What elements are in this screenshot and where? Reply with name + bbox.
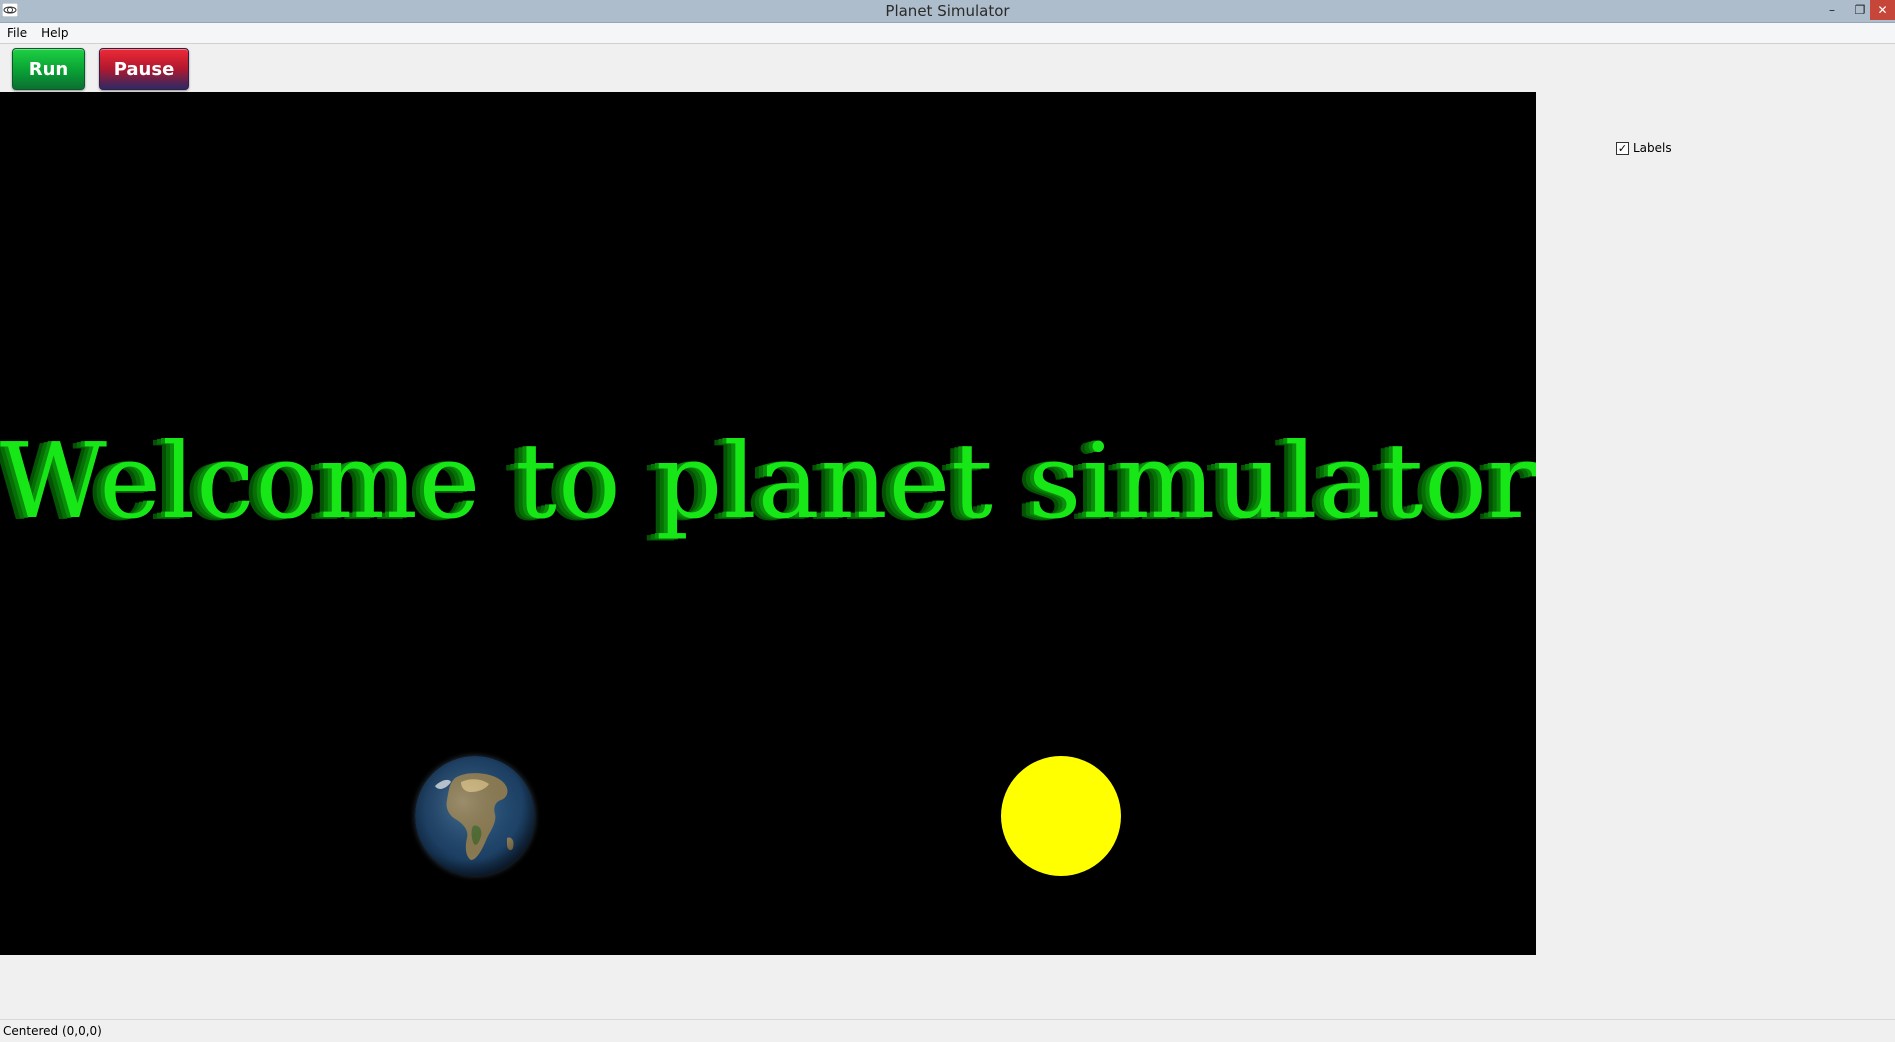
close-icon[interactable]: ✕	[1870, 0, 1895, 20]
labels-checkbox[interactable]: ✓	[1616, 141, 1629, 155]
pause-button[interactable]: Pause	[99, 48, 189, 90]
minimize-icon[interactable]: –	[1818, 0, 1846, 20]
app-window: Planet Simulator – ❐ ✕ File Help Run Pau…	[0, 0, 1895, 1042]
labels-checkbox-label: Labels	[1633, 141, 1672, 155]
menu-bar: File Help	[0, 23, 1895, 44]
title-bar[interactable]: Planet Simulator – ❐ ✕	[0, 0, 1895, 23]
status-bar: Centered (0,0,0)	[0, 1019, 1895, 1042]
welcome-headline: Welcome to planet simulator!	[0, 420, 1536, 542]
window-title: Planet Simulator	[885, 2, 1010, 20]
menu-file[interactable]: File	[0, 23, 34, 43]
sun-icon[interactable]	[1001, 756, 1121, 876]
labels-toggle[interactable]: ✓ Labels	[1616, 141, 1672, 155]
earth-icon[interactable]	[415, 756, 535, 876]
simulation-viewport[interactable]: Welcome to planet simulator!	[0, 92, 1536, 955]
status-text: Centered (0,0,0)	[3, 1024, 102, 1038]
menu-help[interactable]: Help	[34, 23, 75, 43]
run-button[interactable]: Run	[12, 48, 85, 90]
toolbar: Run Pause	[0, 44, 1895, 91]
